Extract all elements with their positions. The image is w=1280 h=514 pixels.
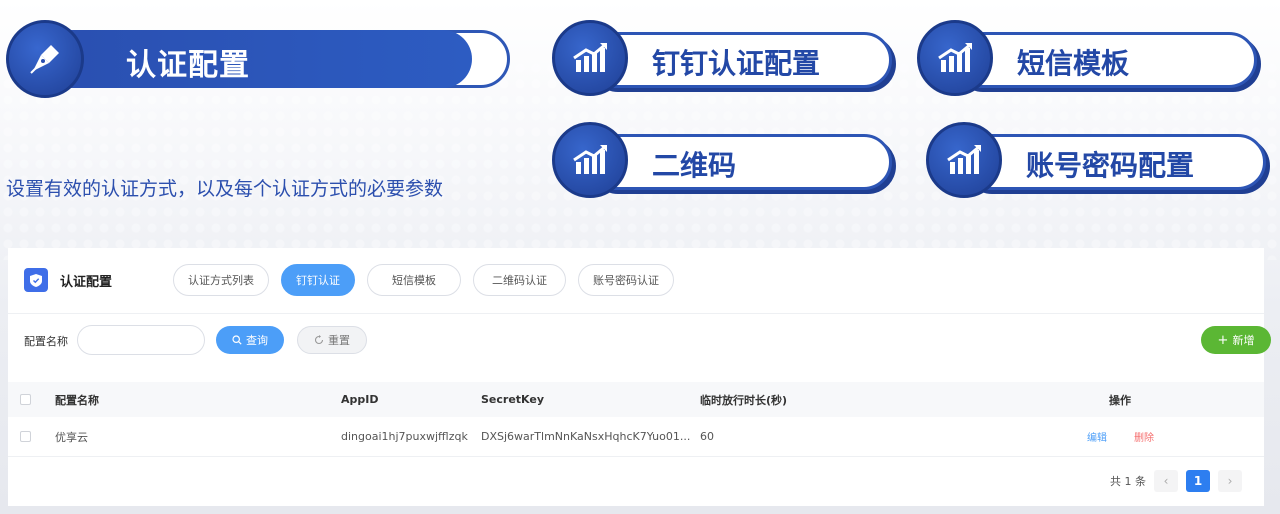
search-icon — [232, 335, 242, 345]
card-label: 账号密码配置 — [1026, 149, 1195, 182]
table-header: 配置名称 AppID SecretKey 临时放行时长(秒) 操作 — [8, 382, 1264, 417]
pagination: 共 1 条 ‹ 1 › — [1110, 470, 1242, 492]
cell-name: 优享云 — [55, 430, 88, 444]
panel-title: 认证配置 — [60, 275, 113, 290]
hero-header: 认证配置 — [6, 20, 512, 98]
card-icon-circle — [917, 20, 993, 96]
card-pill — [586, 134, 892, 190]
card-password-config[interactable]: 账号密码配置 — [926, 122, 1266, 200]
config-name-input[interactable] — [77, 325, 205, 355]
card-sms-template[interactable]: 短信模板 — [917, 20, 1257, 98]
cell-duration: 60 — [700, 430, 714, 443]
pen-nib-icon — [30, 45, 59, 74]
panel-header: 认证配置 认证方式列表 钉钉认证 短信模板 二维码认证 账号密码认证 — [8, 248, 1264, 314]
tab-password-auth[interactable]: 账号密码认证 — [578, 264, 674, 296]
growth-chart-icon — [947, 144, 981, 174]
next-page-button[interactable]: › — [1218, 470, 1242, 492]
search-row: 配置名称 查询 重置 + 新增 — [8, 314, 1271, 366]
card-label: 短信模板 — [1017, 47, 1130, 80]
prev-page-button[interactable]: ‹ — [1154, 470, 1178, 492]
delete-link[interactable]: 删除 — [1134, 429, 1154, 444]
growth-chart-icon — [573, 144, 607, 174]
cell-secretkey: DXSj6warTlmNnKaNsxHqhcK7Yuo01... — [481, 430, 691, 443]
column-header-actions: 操作 — [1109, 393, 1131, 407]
page-subtitle: 设置有效的认证方式，以及每个认证方式的必要参数 — [6, 178, 444, 200]
reset-button[interactable]: 重置 — [297, 326, 367, 354]
reset-button-label: 重置 — [328, 334, 350, 347]
card-label: 二维码 — [652, 149, 737, 182]
tab-dingtalk-auth[interactable]: 钉钉认证 — [281, 264, 355, 296]
column-header-name: 配置名称 — [55, 393, 99, 407]
column-header-appid: AppID — [341, 393, 379, 406]
page-title: 认证配置 — [126, 48, 250, 83]
add-button[interactable]: + 新增 — [1201, 326, 1271, 354]
card-label: 钉钉认证配置 — [652, 47, 821, 80]
tab-qrcode-auth[interactable]: 二维码认证 — [473, 264, 566, 296]
hero-icon-circle — [6, 20, 84, 98]
column-header-duration: 临时放行时长(秒) — [700, 393, 788, 407]
shield-icon — [24, 268, 48, 292]
total-count: 共 1 条 — [1110, 475, 1146, 488]
card-dingtalk-config[interactable]: 钉钉认证配置 — [552, 20, 892, 98]
select-all-checkbox[interactable] — [20, 394, 31, 405]
tab-sms-template[interactable]: 短信模板 — [367, 264, 461, 296]
edit-link[interactable]: 编辑 — [1087, 429, 1107, 444]
card-qrcode[interactable]: 二维码 — [552, 122, 892, 200]
growth-chart-icon — [938, 42, 972, 72]
growth-chart-icon — [573, 42, 607, 72]
card-icon-circle — [926, 122, 1002, 198]
config-panel: 认证配置 认证方式列表 钉钉认证 短信模板 二维码认证 账号密码认证 配置名称 … — [8, 248, 1271, 506]
cell-appid: dingoai1hj7puxwjfflzqk — [341, 430, 468, 443]
row-checkbox[interactable] — [20, 431, 31, 442]
tab-auth-method-list[interactable]: 认证方式列表 — [173, 264, 269, 296]
hero-pill-fill — [40, 30, 472, 88]
query-button-label: 查询 — [246, 334, 268, 347]
add-button-label: 新增 — [1232, 334, 1255, 347]
refresh-icon — [314, 335, 324, 345]
card-icon-circle — [552, 122, 628, 198]
table-row: 优享云 dingoai1hj7puxwjfflzqk DXSj6warTlmNn… — [8, 417, 1264, 457]
search-label: 配置名称 — [24, 335, 68, 348]
config-table: 配置名称 AppID SecretKey 临时放行时长(秒) 操作 优享云 di… — [8, 382, 1264, 457]
card-icon-circle — [552, 20, 628, 96]
page-number-current[interactable]: 1 — [1186, 470, 1210, 492]
query-button[interactable]: 查询 — [216, 326, 284, 354]
column-header-secretkey: SecretKey — [481, 393, 545, 406]
tab-bar: 认证方式列表 钉钉认证 短信模板 二维码认证 账号密码认证 — [173, 264, 674, 296]
plus-icon: + — [1217, 332, 1229, 348]
